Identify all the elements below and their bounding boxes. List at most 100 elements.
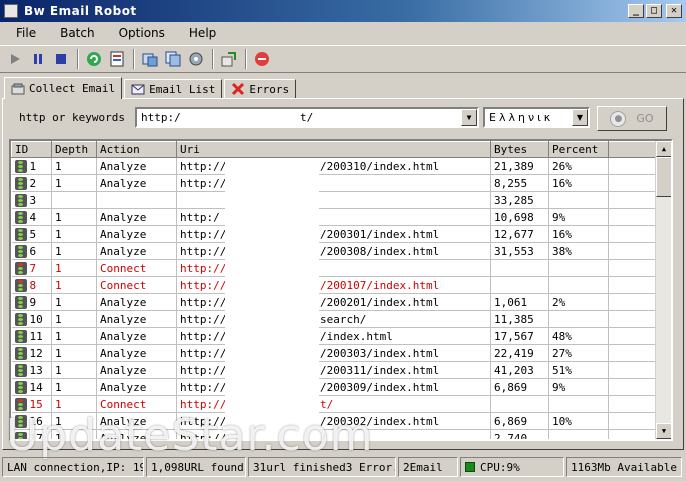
- cell-action: Analyze: [96, 208, 177, 226]
- toolbar-separator: [77, 49, 79, 69]
- scroll-up-button[interactable]: ▲: [656, 141, 671, 157]
- language-select[interactable]: Ελληνικ ▼: [483, 107, 590, 128]
- traffic-light-icon: [14, 346, 27, 360]
- cell-filler: [608, 293, 659, 311]
- table-row[interactable]: 10 1 Analyze http://search/11,385: [11, 310, 659, 328]
- table-row[interactable]: 3 33,285: [11, 191, 659, 209]
- go-button[interactable]: ● GO: [597, 106, 667, 131]
- vertical-scrollbar[interactable]: ▲ ▼: [655, 141, 671, 439]
- cell-id: 10: [11, 310, 52, 328]
- table-row[interactable]: 14 1 Analyze http:///200309/index.html 6,869…: [11, 378, 659, 396]
- status-memory: 1163Mb Available: [566, 457, 682, 477]
- minimize-button[interactable]: _: [628, 4, 644, 18]
- col-depth[interactable]: Depth: [51, 141, 97, 158]
- cell-filler: [608, 276, 659, 294]
- cell-uri: http:///200310/index.html: [176, 157, 491, 175]
- cell-id: 13: [11, 361, 52, 379]
- cell-percent: 9%: [548, 208, 609, 226]
- row-id: 10: [14, 312, 49, 326]
- collect-icon: [11, 83, 25, 94]
- cell-uri: http://: [176, 259, 491, 277]
- play-icon[interactable]: [4, 48, 26, 70]
- url-label: http or keywords: [19, 111, 125, 124]
- table-row[interactable]: 9 1 Analyze http:///200201/index.html 1,061 2…: [11, 293, 659, 311]
- row-id: 14: [14, 380, 49, 394]
- cell-percent: 16%: [548, 174, 609, 192]
- tab-collect-email-label: Collect Email: [29, 82, 116, 95]
- row-id-value: 8: [29, 278, 37, 292]
- stop-icon[interactable]: [50, 48, 72, 70]
- tab-collect-email[interactable]: Collect Email: [4, 77, 123, 99]
- cell-bytes: [490, 259, 549, 277]
- cell-percent: 27%: [548, 344, 609, 362]
- col-action[interactable]: Action: [96, 141, 177, 158]
- menu-help[interactable]: Help: [177, 26, 228, 40]
- cell-uri: http:///200301/index.html: [176, 225, 491, 243]
- table-row[interactable]: 5 1 Analyze http:///200301/index.html 12,677…: [11, 225, 659, 243]
- cancel-icon[interactable]: [251, 48, 273, 70]
- table-row[interactable]: 13 1 Analyze http:///200311/index.html 41,20…: [11, 361, 659, 379]
- menu-options[interactable]: Options: [107, 26, 177, 40]
- maximize-button[interactable]: □: [646, 4, 662, 18]
- table-row[interactable]: 12 1 Analyze http:///200303/index.html 22,41…: [11, 344, 659, 362]
- tab-errors[interactable]: Errors: [224, 79, 297, 99]
- cell-id: 9: [11, 293, 52, 311]
- language-value: Ελληνικ: [489, 111, 554, 124]
- cell-filler: [608, 174, 659, 192]
- export-icon[interactable]: [218, 48, 240, 70]
- table-row[interactable]: 8 1 Connect http:///200107/index.html: [11, 276, 659, 294]
- traffic-light-icon: [14, 278, 27, 292]
- cell-id: 12: [11, 344, 52, 362]
- status-finished: 31url finished3 Error.: [248, 457, 396, 477]
- table-row[interactable]: 1 1 Analyze http:///200310/index.html 21,389…: [11, 157, 659, 175]
- cell-bytes: 41,203: [490, 361, 549, 379]
- menu-batch[interactable]: Batch: [48, 26, 107, 40]
- table-row[interactable]: 2 1 Analyze http://8,255 16%: [11, 174, 659, 192]
- toolbar-separator: [133, 49, 135, 69]
- table-row[interactable]: 7 1 Connect http://: [11, 259, 659, 277]
- row-id-value: 6: [29, 244, 37, 258]
- row-id-value: 15: [29, 397, 43, 411]
- results-table[interactable]: ID Depth Action Uri Bytes Percent 1 1 Anal…: [9, 139, 673, 441]
- envelope-icon: [131, 84, 145, 95]
- menu-file[interactable]: File: [4, 26, 48, 40]
- cell-action: Analyze: [96, 157, 177, 175]
- cell-filler: [608, 378, 659, 396]
- url-dropdown-arrow[interactable]: ▼: [461, 109, 477, 126]
- language-dropdown-arrow[interactable]: ▼: [572, 109, 588, 126]
- table-row[interactable]: 11 1 Analyze http:///index.html 17,567 48%: [11, 327, 659, 345]
- import-icon[interactable]: [139, 48, 161, 70]
- uri-path: /200310/index.html: [320, 159, 440, 173]
- row-id-value: 14: [29, 380, 43, 394]
- pause-icon[interactable]: [27, 48, 49, 70]
- refresh-icon[interactable]: [83, 48, 105, 70]
- cell-bytes: 6,869: [490, 378, 549, 396]
- col-filler: [608, 141, 659, 158]
- col-bytes[interactable]: Bytes: [490, 141, 549, 158]
- cell-bytes: 17,567: [490, 327, 549, 345]
- status-connection: LAN connection,IP: 192.: [2, 457, 144, 477]
- menu-bar: File Batch Options Help: [0, 23, 686, 43]
- table-row[interactable]: 4 1 Analyze http:/10,698 9%: [11, 208, 659, 226]
- row-id: 9: [14, 295, 49, 309]
- col-percent[interactable]: Percent: [548, 141, 609, 158]
- status-bar: LAN connection,IP: 192. 1,098URL found 3…: [0, 455, 686, 479]
- cell-uri: http:///200107/index.html: [176, 276, 491, 294]
- cell-depth: 1: [51, 225, 97, 243]
- close-button[interactable]: ✕: [666, 4, 682, 18]
- traffic-light-icon: [14, 244, 27, 258]
- save-icon[interactable]: [106, 48, 128, 70]
- col-uri[interactable]: Uri: [176, 141, 491, 158]
- scroll-thumb[interactable]: [656, 157, 671, 197]
- cell-action: Analyze: [96, 225, 177, 243]
- toolbar-separator: [245, 49, 247, 69]
- tab-email-list[interactable]: Email List: [124, 79, 223, 99]
- cell-action: Analyze: [96, 174, 177, 192]
- scroll-down-button[interactable]: ▼: [656, 423, 671, 439]
- col-id[interactable]: ID: [11, 141, 52, 158]
- copy-icon[interactable]: [162, 48, 184, 70]
- cell-action: Analyze: [96, 378, 177, 396]
- cell-bytes: 31,553: [490, 242, 549, 260]
- settings-icon[interactable]: [185, 48, 207, 70]
- table-row[interactable]: 6 1 Analyze http:///200308/index.html 31,553…: [11, 242, 659, 260]
